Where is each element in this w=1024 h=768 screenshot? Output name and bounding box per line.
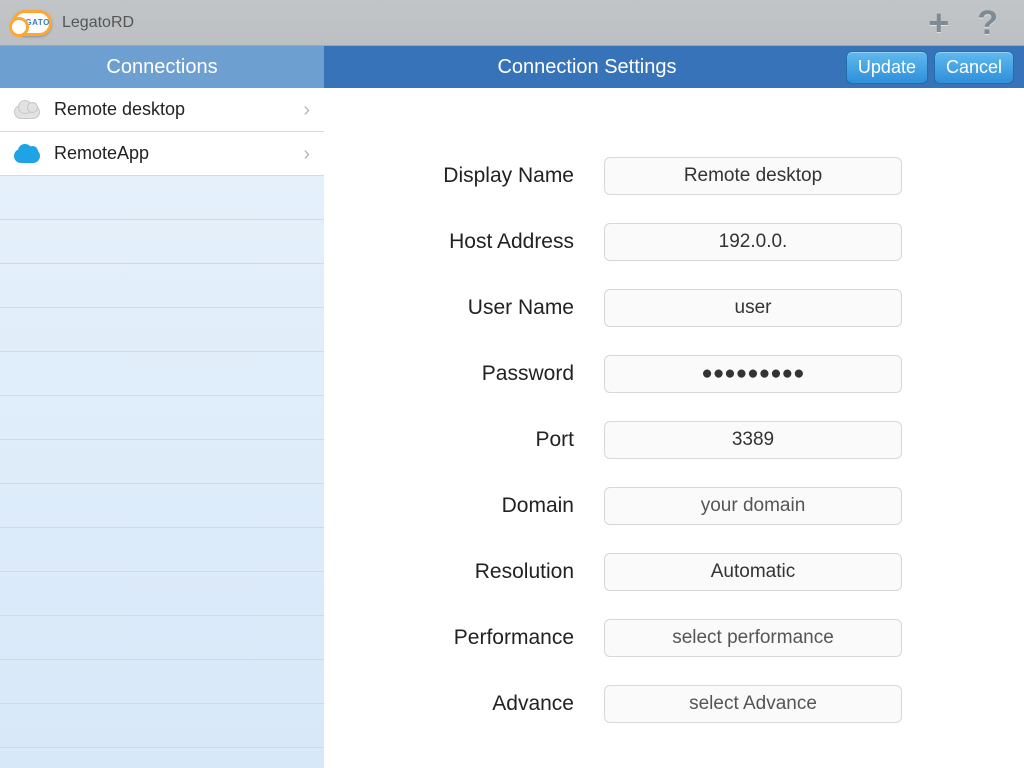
port-field[interactable]: 3389 [604,421,902,459]
display-name-field[interactable]: Remote desktop [604,157,902,195]
connection-form: Display Name Remote desktop Host Address… [324,88,1024,737]
help-icon[interactable]: ? [963,6,1012,40]
display-name-label: Display Name [324,164,604,188]
app-logo: LEGATO [12,10,52,36]
user-name-label: User Name [324,296,604,320]
connection-label: Remote desktop [54,99,303,120]
advance-label: Advance [324,692,604,716]
connection-label: RemoteApp [54,143,303,164]
advance-select[interactable]: select Advance [604,685,902,723]
chevron-right-icon: › [303,100,310,120]
resolution-label: Resolution [324,560,604,584]
password-field[interactable]: ●●●●●●●●● [604,355,902,393]
host-address-field[interactable]: 192.0.0. [604,223,902,261]
performance-label: Performance [324,626,604,650]
host-address-label: Host Address [324,230,604,254]
main-panel: Display Name Remote desktop Host Address… [324,88,1024,768]
add-icon[interactable]: + [914,5,963,41]
domain-label: Domain [324,494,604,518]
connection-item-remote-desktop[interactable]: Remote desktop › [0,88,324,132]
sidebar-header: Connections [0,46,324,88]
performance-select[interactable]: select performance [604,619,902,657]
sidebar-background [0,176,324,768]
cancel-button[interactable]: Cancel [934,51,1014,84]
update-button[interactable]: Update [846,51,928,84]
header-row: Connections Connection Settings Update C… [0,46,1024,88]
user-name-field[interactable]: user [604,289,902,327]
cloud-icon [10,99,44,121]
top-bar: LEGATO LegatoRD + ? [0,0,1024,46]
domain-field[interactable]: your domain [604,487,902,525]
port-label: Port [324,428,604,452]
resolution-select[interactable]: Automatic [604,553,902,591]
main-header: Connection Settings Update Cancel [324,46,1024,88]
chevron-right-icon: › [303,144,310,164]
password-label: Password [324,362,604,386]
sidebar: Remote desktop › RemoteApp › [0,88,324,768]
page-title: Connection Settings [334,56,840,79]
app-title: LegatoRD [62,14,134,32]
connection-item-remoteapp[interactable]: RemoteApp › [0,132,324,176]
cloud-icon [10,143,44,165]
